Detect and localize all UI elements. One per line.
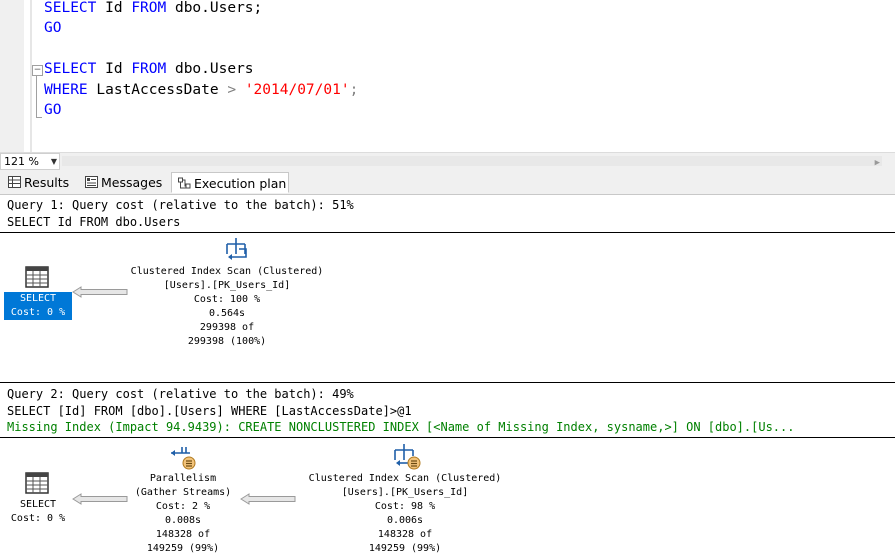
query2-divider	[0, 437, 895, 438]
query1-header: Query 1: Query cost (relative to the bat…	[7, 198, 354, 212]
code-text: LastAccessDate	[87, 82, 228, 98]
horizontal-scrollbar[interactable]: ▶	[62, 156, 882, 168]
code-line-6[interactable]: GO	[44, 100, 61, 120]
code-keyword: SELECT	[44, 61, 97, 77]
code-string: '2014/07/01'	[244, 82, 350, 98]
code-text: Id	[96, 0, 132, 16]
fold-guide-end	[36, 117, 42, 118]
code-keyword: SELECT	[44, 0, 97, 16]
code-keyword: GO	[44, 102, 62, 118]
scroll-right-icon[interactable]: ▶	[875, 158, 880, 168]
query1-divider	[0, 232, 895, 233]
chevron-down-icon: ▼	[50, 157, 57, 166]
query2-parallelism-node[interactable]: Parallelism (Gather Streams) Cost: 2 % 0…	[118, 472, 248, 556]
code-operator: >	[227, 82, 237, 98]
node-time: 0.564s	[208, 308, 246, 319]
parallelism-icon[interactable]	[168, 444, 198, 472]
node-cost: Cost: 0 %	[10, 307, 66, 318]
zoom-value: 121 %	[4, 155, 39, 168]
node-rows-actual: 299398 of	[199, 322, 255, 333]
grid-icon	[8, 176, 21, 188]
code-keyword: GO	[44, 20, 62, 36]
node-rows-actual: 148328 of	[155, 529, 211, 540]
collapse-toggle-icon[interactable]: −	[32, 65, 43, 76]
node-name: Clustered Index Scan (Clustered)	[130, 266, 324, 277]
code-keyword: WHERE	[44, 82, 88, 98]
tab-messages[interactable]: Messages	[79, 172, 169, 193]
editor-gutter	[0, 0, 24, 152]
code-line-1[interactable]: SELECT Id FROM dbo.Users;	[44, 0, 262, 18]
query2-scan-node[interactable]: Clustered Index Scan (Clustered) [Users]…	[296, 472, 514, 556]
node-object: [Users].[PK_Users_Id]	[163, 280, 291, 291]
node-time: 0.008s	[164, 515, 202, 526]
messages-icon	[85, 176, 98, 188]
node-name: SELECT	[19, 293, 57, 304]
code-text: Id	[96, 61, 132, 77]
results-tab-strip: Results Messages Execution plan	[0, 170, 895, 195]
data-flow-arrow[interactable]	[240, 493, 296, 505]
query1-sql: SELECT Id FROM dbo.Users	[7, 215, 181, 229]
node-subtype: (Gather Streams)	[134, 487, 232, 498]
node-cost: Cost: 100 %	[193, 294, 261, 305]
code-operator: ;	[349, 82, 359, 98]
execution-plan-icon	[178, 177, 191, 189]
node-rows-estimated: 149259 (99%)	[368, 543, 442, 554]
node-cost: Cost: 0 %	[10, 513, 66, 524]
code-text: dbo.Users;	[166, 0, 263, 16]
query2-top-divider	[0, 382, 895, 383]
tab-results[interactable]: Results	[2, 172, 78, 193]
node-time: 0.006s	[386, 515, 424, 526]
node-cost: Cost: 2 %	[155, 501, 211, 512]
missing-index-hint[interactable]: Missing Index (Impact 94.9439): CREATE N…	[7, 419, 794, 435]
editor-status-bar: 121 % ▼ ▶	[0, 152, 895, 170]
code-text: dbo.Users	[166, 61, 254, 77]
tab-label: Execution plan	[194, 176, 287, 191]
fold-guide	[36, 76, 37, 118]
query2-sql: SELECT [Id] FROM [dbo].[Users] WHERE [La…	[7, 404, 412, 418]
node-rows-actual: 148328 of	[377, 529, 433, 540]
code-keyword: FROM	[131, 61, 167, 77]
query1-scan-node[interactable]: Clustered Index Scan (Clustered) [Users]…	[118, 265, 336, 349]
query2-select-node[interactable]: SELECT Cost: 0 %	[4, 498, 72, 526]
code-keyword: FROM	[131, 0, 167, 16]
code-line-5[interactable]: WHERE LastAccessDate > '2014/07/01';	[44, 80, 358, 100]
tab-execution-plan[interactable]: Execution plan	[171, 172, 289, 193]
select-operator-icon[interactable]	[25, 266, 49, 288]
query2-header: Query 2: Query cost (relative to the bat…	[7, 387, 354, 401]
code-line-4[interactable]: SELECT Id FROM dbo.Users	[44, 59, 254, 79]
node-rows-estimated: 149259 (99%)	[146, 543, 220, 554]
code-line-2[interactable]: GO	[44, 18, 61, 38]
node-name: SELECT	[19, 499, 57, 510]
tab-label: Results	[24, 175, 70, 190]
node-name: Clustered Index Scan (Clustered)	[308, 473, 502, 484]
node-rows-estimated: 299398 (100%)	[187, 336, 267, 347]
query-editor[interactable]: SELECT Id FROM dbo.Users; GO − SELECT Id…	[0, 0, 895, 152]
execution-plan-pane[interactable]: Query 1: Query cost (relative to the bat…	[0, 196, 895, 558]
clustered-index-scan-icon[interactable]	[392, 442, 422, 472]
node-object: [Users].[PK_Users_Id]	[341, 487, 469, 498]
select-operator-icon[interactable]	[25, 472, 49, 494]
tab-label: Messages	[101, 175, 163, 190]
node-name: Parallelism	[149, 473, 217, 484]
editor-margin	[30, 0, 32, 152]
clustered-index-scan-icon[interactable]	[224, 236, 250, 260]
zoom-dropdown[interactable]: 121 % ▼	[0, 153, 60, 170]
query1-select-node[interactable]: SELECT Cost: 0 %	[4, 292, 72, 320]
node-cost: Cost: 98 %	[374, 501, 436, 512]
